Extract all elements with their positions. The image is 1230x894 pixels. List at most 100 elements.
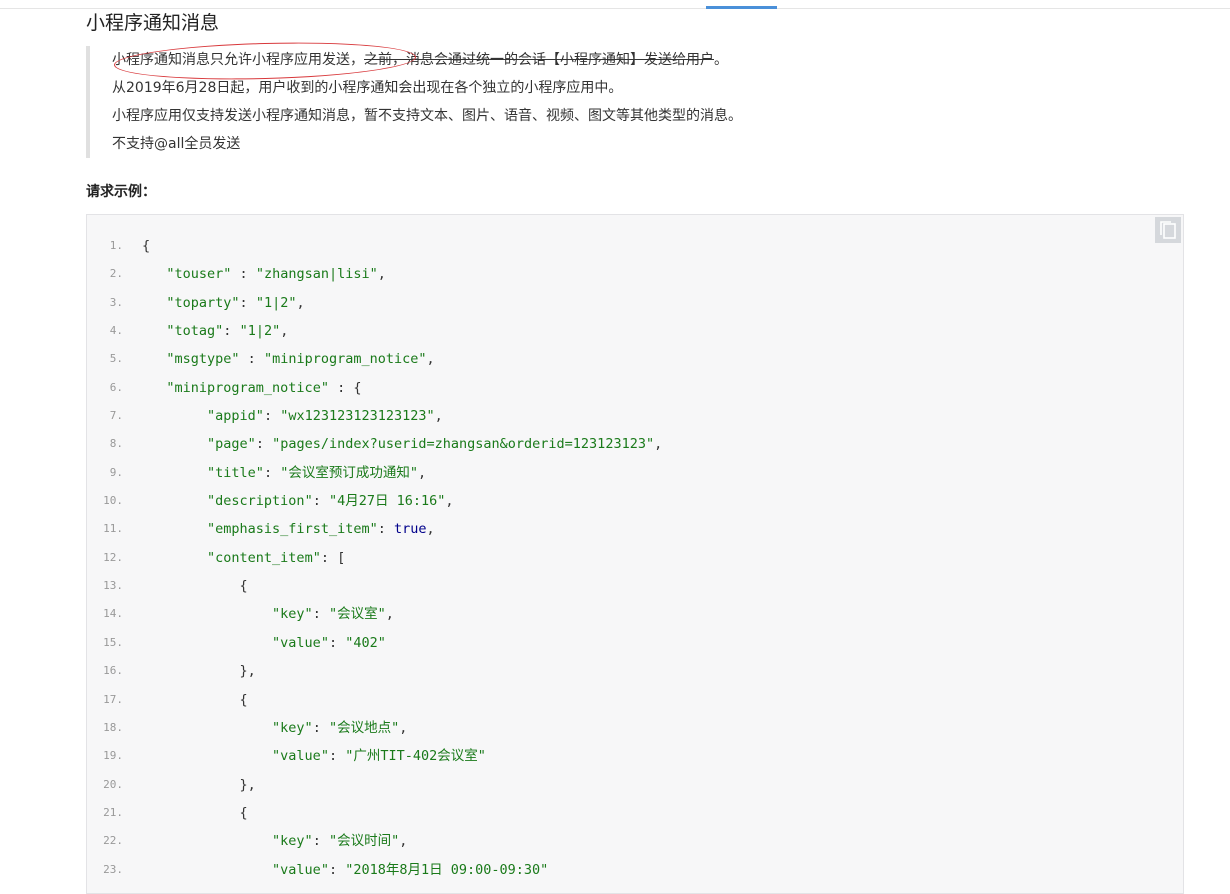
code-string: "广州TIT-402会议室": [345, 748, 486, 765]
code-text: "toparty": "1|2",: [142, 289, 305, 317]
code-punct: ,: [654, 436, 663, 453]
code-line: 21. {: [87, 799, 1183, 827]
code-string: "title": [207, 464, 264, 481]
code-punct: [142, 266, 166, 282]
code-punct: :: [377, 521, 394, 538]
code-line: 11. "emphasis_first_item": true,: [87, 515, 1183, 543]
code-text: {: [142, 799, 248, 827]
code-line: 12. "content_item": [: [87, 544, 1183, 572]
code-punct: [142, 351, 166, 367]
line-number: 4.: [109, 324, 123, 338]
line-number: 22.: [103, 834, 123, 848]
code-punct: [142, 635, 272, 651]
code-string: "key": [272, 833, 313, 850]
code-text: "title": "会议室预订成功通知",: [142, 459, 426, 487]
note-line-2: 从2019年6月28日起，用户收到的小程序通知会出现在各个独立的小程序应用中。: [112, 80, 623, 96]
code-punct: [142, 493, 207, 509]
code-line: 10. "description": "4月27日 16:16",: [87, 487, 1183, 515]
line-number: 12.: [103, 550, 123, 564]
code-text: "value": "2018年8月1日 09:00-09:30": [142, 856, 548, 884]
line-number: 9.: [109, 465, 123, 479]
code-punct: :: [231, 266, 256, 283]
code-punct: ,: [445, 493, 454, 510]
code-string: "touser": [166, 266, 232, 283]
code-punct: :: [255, 436, 273, 453]
code-punct: [142, 465, 207, 481]
active-tab-indicator: [706, 6, 777, 9]
code-string: "miniprogram_notice": [166, 379, 329, 396]
code-string: "value": [272, 748, 329, 765]
line-number: 10.: [103, 494, 123, 508]
code-line: 3. "toparty": "1|2",: [87, 289, 1183, 317]
code-string: "content_item": [207, 549, 321, 566]
code-punct: :: [263, 464, 281, 481]
line-number: 16.: [103, 664, 123, 678]
code-string: "value": [272, 634, 329, 651]
code-string: "4月27日 16:16": [328, 493, 446, 510]
code-punct: :: [312, 493, 329, 510]
code-punct: :: [223, 323, 240, 340]
code-string: "会议地点": [328, 719, 400, 736]
code-text: "key": "会议室",: [142, 600, 394, 628]
code-text: {: [142, 572, 248, 600]
code-punct: : [: [320, 549, 346, 566]
code-string: "emphasis_first_item": [207, 521, 378, 538]
code-text: {: [142, 232, 150, 260]
code-string: "toparty": [166, 294, 240, 311]
code-punct: : {: [328, 379, 362, 396]
code-string: "appid": [207, 408, 264, 425]
code-string: "会议室": [328, 606, 386, 623]
code-text: "page": "pages/index?userid=zhangsan&ord…: [142, 430, 662, 458]
code-string: "1|2": [239, 323, 281, 340]
code-punct: [142, 833, 272, 849]
code-punct: ,: [399, 833, 408, 850]
code-line: 20. },: [87, 771, 1183, 799]
note-circled-text: 小程序通知消息只允许小程序应用发送: [112, 52, 350, 68]
note-line-3: 小程序应用仅支持发送小程序通知消息，暂不支持文本、图片、语音、视频、图文等其他类…: [112, 108, 742, 124]
code-punct: {: [142, 238, 151, 254]
code-punct: :: [328, 861, 346, 878]
code-punct: ,: [377, 266, 386, 283]
code-punct: :: [328, 634, 346, 651]
code-punct: ,: [296, 294, 305, 311]
line-number: 17.: [103, 692, 123, 706]
code-string: "pages/index?userid=zhangsan&orderid=123…: [272, 436, 655, 453]
code-line: 14. "key": "会议室",: [87, 600, 1183, 628]
code-text: {: [142, 686, 248, 714]
code-string: "page": [207, 436, 256, 453]
code-string: "会议室预订成功通知": [280, 464, 418, 481]
code-line: 13. {: [87, 572, 1183, 600]
code-punct: [142, 521, 207, 537]
code-line: 8. "page": "pages/index?userid=zhangsan&…: [87, 430, 1183, 458]
notice-blockquote: 小程序通知消息只允许小程序应用发送，之前，消息会通过统一的会话【小程序通知】发送…: [86, 39, 932, 158]
line-number: 15.: [103, 635, 123, 649]
code-punct: :: [328, 748, 346, 765]
line-number: 7.: [109, 409, 123, 423]
code-line: 19. "value": "广州TIT-402会议室": [87, 742, 1183, 770]
code-text: "touser" : "zhangsan|lisi",: [142, 260, 386, 288]
code-punct: :: [263, 408, 281, 425]
code-text: "description": "4月27日 16:16",: [142, 487, 454, 515]
code-line: 7. "appid": "wx123123123123123",: [87, 402, 1183, 430]
code-line: 18. "key": "会议地点",: [87, 714, 1183, 742]
code-line: 9. "title": "会议室预订成功通知",: [87, 459, 1183, 487]
code-string: "402": [345, 634, 386, 651]
code-text: "msgtype" : "miniprogram_notice",: [142, 345, 434, 373]
code-text: "appid": "wx123123123123123",: [142, 402, 443, 430]
code-line: 16. },: [87, 657, 1183, 685]
code-string: "totag": [166, 323, 224, 340]
line-number: 19.: [103, 749, 123, 763]
code-string: "2018年8月1日 09:00-09:30": [345, 861, 549, 878]
code-punct: [142, 408, 207, 424]
code-block: 1.{2. "touser" : "zhangsan|lisi", 3. "top…: [86, 214, 1184, 894]
note-line-4: 不支持@all全员发送: [112, 136, 241, 152]
code-text: "miniprogram_notice" : {: [142, 374, 361, 402]
line-number: 20.: [103, 777, 123, 791]
code-punct: ,: [417, 464, 427, 481]
note-struck-text: 之前，消息会通过统一的会话【小程序通知】发送给用户: [364, 52, 714, 68]
code-text: "emphasis_first_item": true,: [142, 515, 435, 543]
code-string: "description": [207, 493, 313, 510]
code-string: "miniprogram_notice": [263, 351, 427, 368]
code-text: "content_item": [: [142, 544, 345, 572]
line-number: 1.: [109, 239, 123, 252]
